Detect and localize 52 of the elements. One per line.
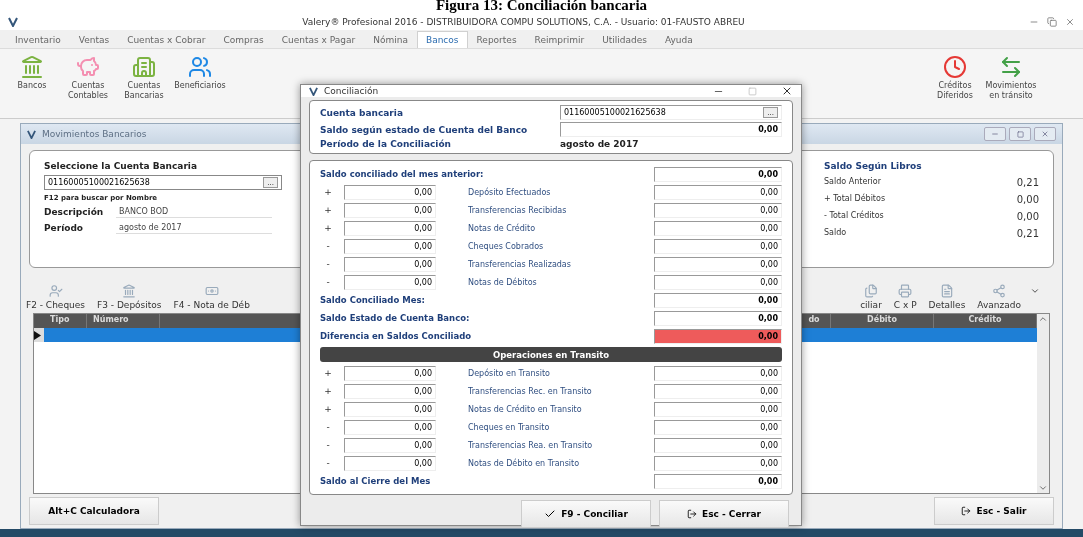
total-label: Saldo conciliado del mes anterior:	[320, 169, 485, 179]
sign: -	[325, 458, 331, 468]
sign: -	[325, 277, 331, 287]
panel-title: Saldo Según Libros	[824, 161, 923, 171]
balance-label: - Total Créditos	[824, 211, 884, 222]
balance-label: Saldo Anterior	[824, 177, 881, 188]
row-label: Notas de Crédito	[467, 223, 537, 233]
row-label: Depósito Efectuados	[467, 187, 552, 197]
field-label: Cuenta bancaria	[320, 107, 404, 118]
row-label: Transferencias Realizadas	[467, 259, 572, 269]
sign: -	[325, 422, 331, 432]
inner-window-title: Movimientos Bancarios	[42, 129, 147, 139]
balance-label: Saldo	[824, 228, 847, 239]
row-label: Notas de Débitos	[467, 277, 538, 287]
row-label: Notas de Débito en Transito	[467, 458, 581, 468]
balance-value: 0,00	[1016, 211, 1039, 222]
field-label: Saldo según estado de Cuenta del Banco	[320, 124, 529, 135]
balance-value: 0,21	[1016, 177, 1039, 188]
row-label: Cheques Cobrados	[467, 241, 545, 251]
sign: +	[323, 205, 333, 215]
row-label: Notas de Crédito en Transito	[467, 404, 583, 414]
window-title: Valery® Profesional 2016 - DISTRIBUIDORA COMPU SOLUTIONS, C.A. - Usuario: 01-FAUSTO ABREU	[301, 17, 746, 27]
field-value: agosto de 2017	[116, 222, 272, 234]
total-label: Diferencia en Saldos Conciliado	[320, 331, 473, 341]
sign: +	[323, 368, 333, 378]
sign: +	[323, 187, 333, 197]
row-label: Transferencias Recibidas	[467, 205, 568, 215]
figure-caption: Figura 13: Conciliación bancaria	[0, 0, 1083, 14]
section-heading: Operaciones en Transito	[320, 347, 782, 362]
balance-value: 0,21	[1016, 228, 1039, 239]
balance-value: 0,00	[1016, 194, 1039, 205]
row-label: Cheques en Transito	[467, 422, 551, 432]
balance-label: + Total Débitos	[824, 194, 886, 205]
field-label: Descripción	[44, 207, 104, 217]
sign: +	[323, 386, 333, 396]
dialog-title: Conciliación	[324, 86, 379, 96]
row-label: Transferencias Rec. en Transito	[467, 386, 593, 396]
sign: -	[325, 259, 331, 269]
sign: -	[325, 440, 331, 450]
total-label: Saldo al Cierre del Mes	[320, 476, 432, 486]
sign: +	[323, 223, 333, 233]
total-label: Saldo Estado de Cuenta Banco:	[320, 313, 471, 323]
field-label: Período	[44, 223, 85, 233]
sign: +	[323, 404, 333, 414]
period-value: agosto de 2017	[560, 139, 640, 149]
panel-title: Seleccione la Cuenta Bancaria	[44, 161, 199, 171]
row-label: Depósito en Transito	[467, 368, 551, 378]
row-label: Transferencias Rea. en Transito	[467, 440, 594, 450]
field-label: Período de la Conciliación	[320, 139, 452, 149]
sign: -	[325, 241, 331, 251]
field-value: BANCO BOD	[116, 206, 272, 218]
total-label: Saldo Conciliado Mes:	[320, 295, 426, 305]
